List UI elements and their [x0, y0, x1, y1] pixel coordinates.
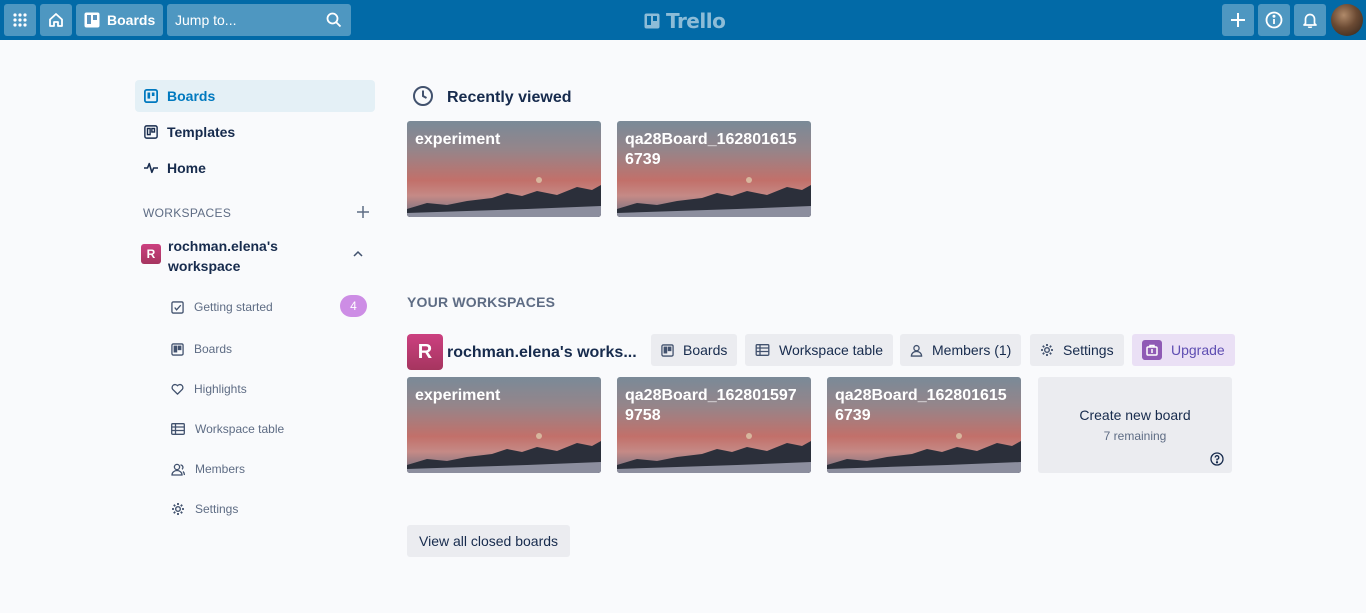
getting-started-count-badge: 4: [340, 295, 367, 317]
member-icon: [910, 344, 923, 357]
logo-text: Trello: [666, 9, 726, 33]
board-title: experiment: [415, 387, 501, 404]
sidebar-item-label: Templates: [167, 124, 236, 140]
workspace-badge: R: [141, 244, 161, 264]
button-label: Upgrade: [1171, 342, 1225, 358]
sidebar-item-templates[interactable]: Templates: [135, 116, 375, 148]
info-icon: [1265, 11, 1283, 29]
notifications-button[interactable]: [1294, 4, 1326, 36]
sidebar-item-label: Settings: [195, 502, 239, 516]
moon-dot: [746, 177, 752, 183]
sidebar-item-label: Getting started: [194, 300, 273, 314]
search-icon[interactable]: [326, 12, 342, 28]
clock-icon: [413, 86, 433, 106]
sidebar-item-label: Highlights: [194, 382, 247, 396]
view-closed-boards-button[interactable]: View all closed boards: [407, 525, 571, 557]
boards-menu-button[interactable]: Boards: [76, 4, 163, 36]
board-tile[interactable]: qa28Board_1628016156739: [827, 377, 1021, 473]
create-button[interactable]: [1222, 4, 1254, 36]
button-label: Workspace table: [779, 342, 884, 358]
create-board-label: Create new board: [1079, 407, 1191, 423]
create-new-board-tile[interactable]: Create new board 7 remaining: [1038, 377, 1232, 473]
mountain-background: [407, 185, 601, 217]
home-button[interactable]: [40, 4, 72, 36]
button-label: Members (1): [932, 342, 1012, 358]
upgrade-icon: [1142, 340, 1162, 360]
moon-dot: [536, 177, 542, 183]
board-title: experiment: [415, 131, 501, 148]
board-tile[interactable]: experiment: [407, 121, 601, 217]
mountain-background: [407, 441, 601, 473]
board-title: qa28Board_1628016156739: [835, 387, 1007, 424]
sidebar-item-boards-sub[interactable]: Boards: [163, 333, 375, 365]
table-icon: [171, 423, 185, 435]
mountain-background: [617, 441, 811, 473]
sidebar-item-label: Boards: [194, 342, 233, 356]
workspace-members-button[interactable]: Members (1): [900, 334, 1022, 366]
trello-logo[interactable]: Trello: [644, 9, 726, 33]
heart-icon: [171, 383, 184, 395]
bell-icon: [1303, 13, 1317, 28]
board-tile[interactable]: qa28Board_1628016156739: [617, 121, 811, 217]
workspace-badge: R: [407, 334, 443, 370]
board-tile[interactable]: experiment: [407, 377, 601, 473]
home-icon: [49, 13, 63, 27]
workspace-table-button[interactable]: Workspace table: [745, 334, 894, 366]
board-title: qa28Board_1628016156739: [625, 131, 797, 168]
moon-dot: [536, 433, 542, 439]
board-title: qa28Board_1628015979758: [625, 387, 797, 424]
trello-logo-icon: [644, 13, 660, 29]
checkbox-icon: [171, 300, 184, 314]
remaining-boards-count: 7 remaining: [1103, 429, 1167, 443]
gear-icon: [172, 503, 184, 515]
top-header: Boards Trello: [0, 0, 1366, 40]
apps-grid-button[interactable]: [4, 4, 36, 36]
button-label: Settings: [1063, 342, 1114, 358]
board-icon: [144, 89, 158, 103]
workspace-boards-button[interactable]: Boards: [651, 334, 738, 366]
workspace-toggle[interactable]: R rochman.elena's workspace: [135, 234, 375, 276]
mountain-background: [827, 441, 1021, 473]
workspace-name: rochman.elena's workspace: [168, 238, 278, 274]
sidebar-item-label: Boards: [167, 88, 216, 104]
boards-menu-label: Boards: [107, 12, 156, 28]
add-workspace-icon[interactable]: [355, 204, 371, 220]
table-icon: [755, 344, 770, 356]
upgrade-button[interactable]: Upgrade: [1132, 334, 1235, 366]
information-button[interactable]: [1258, 4, 1290, 36]
search-input[interactable]: [175, 12, 315, 28]
board-icon: [171, 342, 184, 356]
board-tile[interactable]: qa28Board_1628015979758: [617, 377, 811, 473]
activity-icon: [144, 162, 158, 174]
apps-grid-icon: [13, 13, 27, 27]
sidebar-item-boards[interactable]: Boards: [135, 80, 375, 112]
help-icon[interactable]: [1210, 452, 1224, 466]
sidebar-item-workspace-table[interactable]: Workspace table: [163, 413, 375, 445]
sidebar-item-label: Members: [195, 462, 246, 476]
jump-to-search[interactable]: [167, 4, 351, 36]
workspace-name: rochman.elena's works...: [447, 344, 637, 361]
chevron-up-icon[interactable]: [352, 248, 364, 260]
moon-dot: [956, 433, 962, 439]
your-workspaces-title: YOUR WORKSPACES: [407, 294, 556, 310]
button-label: Boards: [683, 342, 728, 358]
gear-icon: [1041, 344, 1053, 356]
recently-viewed-title: Recently viewed: [447, 89, 572, 106]
sidebar-item-highlights[interactable]: Highlights: [163, 373, 375, 405]
workspace-settings-button[interactable]: Settings: [1030, 334, 1124, 366]
members-icon: [171, 463, 185, 476]
workspaces-heading: WORKSPACES: [143, 206, 232, 220]
avatar[interactable]: [1331, 4, 1363, 36]
plus-icon: [1231, 13, 1245, 27]
sidebar-item-home[interactable]: Home: [135, 152, 375, 184]
sidebar-item-settings[interactable]: Settings: [163, 493, 375, 525]
template-icon: [144, 125, 158, 139]
board-icon: [661, 343, 674, 357]
sidebar-item-label: Workspace table: [195, 422, 285, 436]
board-icon: [84, 12, 100, 28]
sidebar-item-members[interactable]: Members: [163, 453, 375, 485]
mountain-background: [617, 185, 811, 217]
sidebar-item-label: Home: [167, 160, 206, 176]
moon-dot: [746, 433, 752, 439]
